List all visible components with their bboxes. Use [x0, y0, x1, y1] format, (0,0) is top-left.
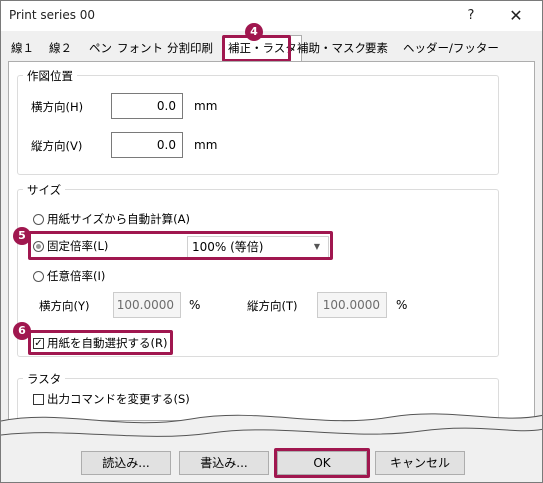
torn-edge-divider: [1, 413, 542, 445]
auto-select-paper-highlight: [28, 330, 173, 355]
tab-line2[interactable]: 線２: [49, 37, 72, 61]
auto-calc-radio[interactable]: [33, 214, 44, 225]
scale-x-label: 横方向(Y): [39, 299, 90, 313]
scale-y-input[interactable]: 100.0000: [317, 292, 387, 318]
scale-x-unit: %: [189, 298, 201, 312]
print-dialog: Print series 00 ? ✕ 線１ 線２ ペン フォント 分割印刷 補…: [0, 0, 543, 483]
position-group-title: 作図位置: [23, 68, 77, 84]
cancel-button[interactable]: キャンセル: [375, 451, 465, 475]
step-badge-5: 5: [13, 227, 31, 245]
horizontal-position-label: 横方向(H): [31, 100, 84, 114]
scale-y-unit: %: [396, 298, 408, 312]
scale-y-label: 縦方向(T): [247, 299, 298, 313]
size-group-title: サイズ: [23, 182, 66, 198]
tab-font[interactable]: フォント: [117, 37, 163, 61]
position-group: [17, 75, 499, 175]
help-button[interactable]: ?: [453, 5, 489, 27]
tab-header-footer[interactable]: ヘッダー/フッター: [403, 37, 499, 61]
raster-group-title: ラスタ: [23, 371, 66, 387]
title-bar: Print series 00 ? ✕: [1, 1, 542, 31]
window-title: Print series 00: [9, 8, 96, 22]
tab-aux-mask[interactable]: 補助・マスク: [297, 37, 366, 61]
arbitrary-scale-radio[interactable]: [33, 271, 44, 282]
arbitrary-scale-label[interactable]: 任意倍率(I): [47, 268, 105, 284]
auto-calc-label[interactable]: 用紙サイズから自動計算(A): [47, 211, 190, 227]
vertical-position-unit: mm: [194, 138, 218, 152]
step-badge-4: 4: [245, 23, 263, 41]
close-icon[interactable]: ✕: [498, 5, 534, 27]
tab-pen[interactable]: ペン: [89, 37, 112, 61]
tab-split-print[interactable]: 分割印刷: [167, 37, 213, 61]
ok-highlight: [274, 448, 370, 478]
vertical-position-input[interactable]: 0.0: [111, 132, 183, 158]
step-badge-6: 6: [13, 322, 31, 340]
fixed-scale-highlight: [28, 231, 333, 260]
vertical-position-label: 縦方向(V): [31, 139, 83, 153]
horizontal-position-unit: mm: [194, 99, 218, 113]
change-output-checkbox[interactable]: [33, 394, 44, 405]
horizontal-position-input[interactable]: 0.0: [111, 93, 183, 119]
tab-elements[interactable]: 要素: [365, 37, 388, 61]
write-button[interactable]: 書込み...: [179, 451, 269, 475]
read-button[interactable]: 読込み...: [81, 451, 171, 475]
scale-x-input[interactable]: 100.0000: [113, 292, 181, 318]
button-bar: 読込み... 書込み... OK キャンセル: [1, 445, 542, 482]
tab-line1[interactable]: 線１: [11, 37, 34, 61]
